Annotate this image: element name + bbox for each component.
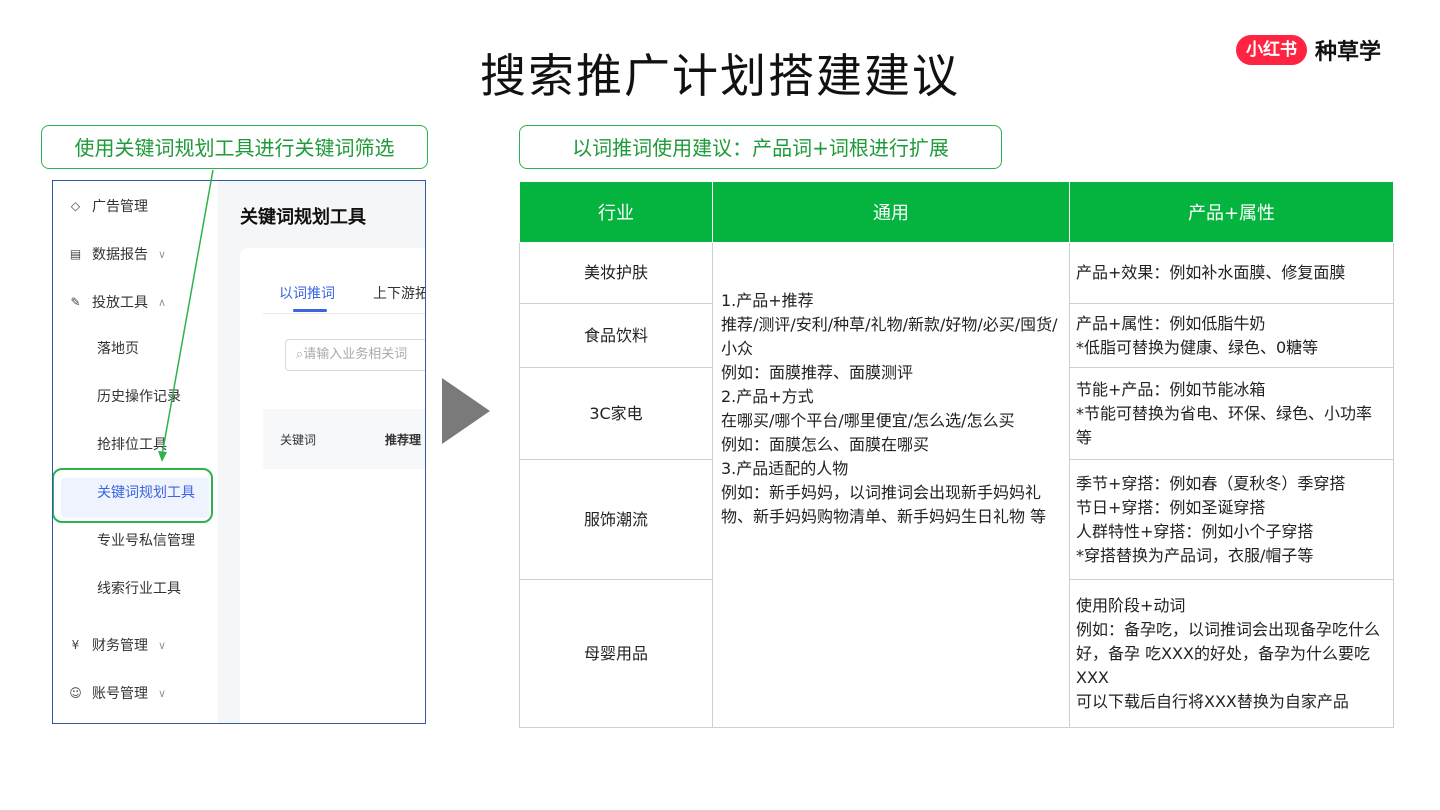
header-industry: 行业 xyxy=(519,181,713,243)
industry-cell: 美妆护肤 xyxy=(519,242,713,304)
play-arrow-icon xyxy=(442,378,490,444)
general-line: 推荐/测评/安利/种草/礼物/新款/好物/必买/囤货/小众 xyxy=(721,315,1058,358)
header-general: 通用 xyxy=(712,181,1070,243)
attribute-line: 产品+效果：例如补水面膜、修复面膜 xyxy=(1076,263,1346,282)
industry-cell: 3C家电 xyxy=(519,367,713,460)
attribute-line: *节能可替换为省电、环保、绿色、小功率等 xyxy=(1076,403,1373,447)
attribute-line: 节能+产品：例如节能冰箱 xyxy=(1076,379,1266,399)
general-line: 例如：新手妈妈，以词推词会出现新手妈妈礼物、新手妈妈购物清单、新手妈妈生日礼物 … xyxy=(721,483,1047,526)
keyword-suggestion-table: 行业 通用 产品+属性 美妆护肤 1.产品+推荐 推荐/测评/安利/种草/礼物/… xyxy=(519,181,1394,728)
attribute-cell: 节能+产品：例如节能冰箱 *节能可替换为省电、环保、绿色、小功率等 xyxy=(1069,367,1394,460)
attribute-cell: 产品+属性：例如低脂牛奶 *低脂可替换为健康、绿色、0糖等 xyxy=(1069,303,1394,368)
general-line: 1.产品+推荐 xyxy=(721,291,814,310)
attribute-line: 季节+穿搭：例如春（夏秋冬）季穿搭 xyxy=(1076,473,1346,493)
attribute-line: 产品+属性：例如低脂牛奶 xyxy=(1076,313,1266,333)
industry-cell: 食品饮料 xyxy=(519,303,713,368)
attribute-line: 可以下载后自行将XXX替换为自家产品 xyxy=(1076,691,1349,711)
table-row: 美妆护肤 1.产品+推荐 推荐/测评/安利/种草/礼物/新款/好物/必买/囤货/… xyxy=(519,242,1394,728)
attribute-line: 例如：备孕吃，以词推词会出现备孕吃什么好，备孕 吃XXX的好处，备孕为什么要吃X… xyxy=(1076,619,1381,687)
general-line: 3.产品适配的人物 xyxy=(721,459,849,478)
attribute-line: *穿搭替换为产品词，衣服/帽子等 xyxy=(1076,545,1314,565)
industry-cell: 母婴用品 xyxy=(519,579,713,728)
attribute-line: 人群特性+穿搭：例如小个子穿搭 xyxy=(1076,521,1314,541)
attribute-cell: 季节+穿搭：例如春（夏秋冬）季穿搭 节日+穿搭：例如圣诞穿搭 人群特性+穿搭：例… xyxy=(1069,459,1394,580)
attribute-line: 使用阶段+动词 xyxy=(1076,595,1186,615)
general-cell: 1.产品+推荐 推荐/测评/安利/种草/礼物/新款/好物/必买/囤货/小众 例如… xyxy=(712,242,1070,728)
header-product-attribute: 产品+属性 xyxy=(1069,181,1394,243)
general-line: 2.产品+方式 xyxy=(721,387,814,406)
attribute-cell: 使用阶段+动词 例如：备孕吃，以词推词会出现备孕吃什么好，备孕 吃XXX的好处，… xyxy=(1069,579,1394,728)
general-line: 例如：面膜怎么、面膜在哪买 xyxy=(721,435,930,454)
industry-cell: 服饰潮流 xyxy=(519,459,713,580)
general-line: 在哪买/哪个平台/哪里便宜/怎么选/怎么买 xyxy=(721,411,1015,430)
attribute-line: 节日+穿搭：例如圣诞穿搭 xyxy=(1076,497,1266,517)
general-line: 例如：面膜推荐、面膜测评 xyxy=(721,363,914,382)
attribute-cell: 产品+效果：例如补水面膜、修复面膜 xyxy=(1069,242,1394,304)
table-header-row: 行业 通用 产品+属性 xyxy=(519,181,1394,243)
attribute-line: *低脂可替换为健康、绿色、0糖等 xyxy=(1076,337,1319,357)
